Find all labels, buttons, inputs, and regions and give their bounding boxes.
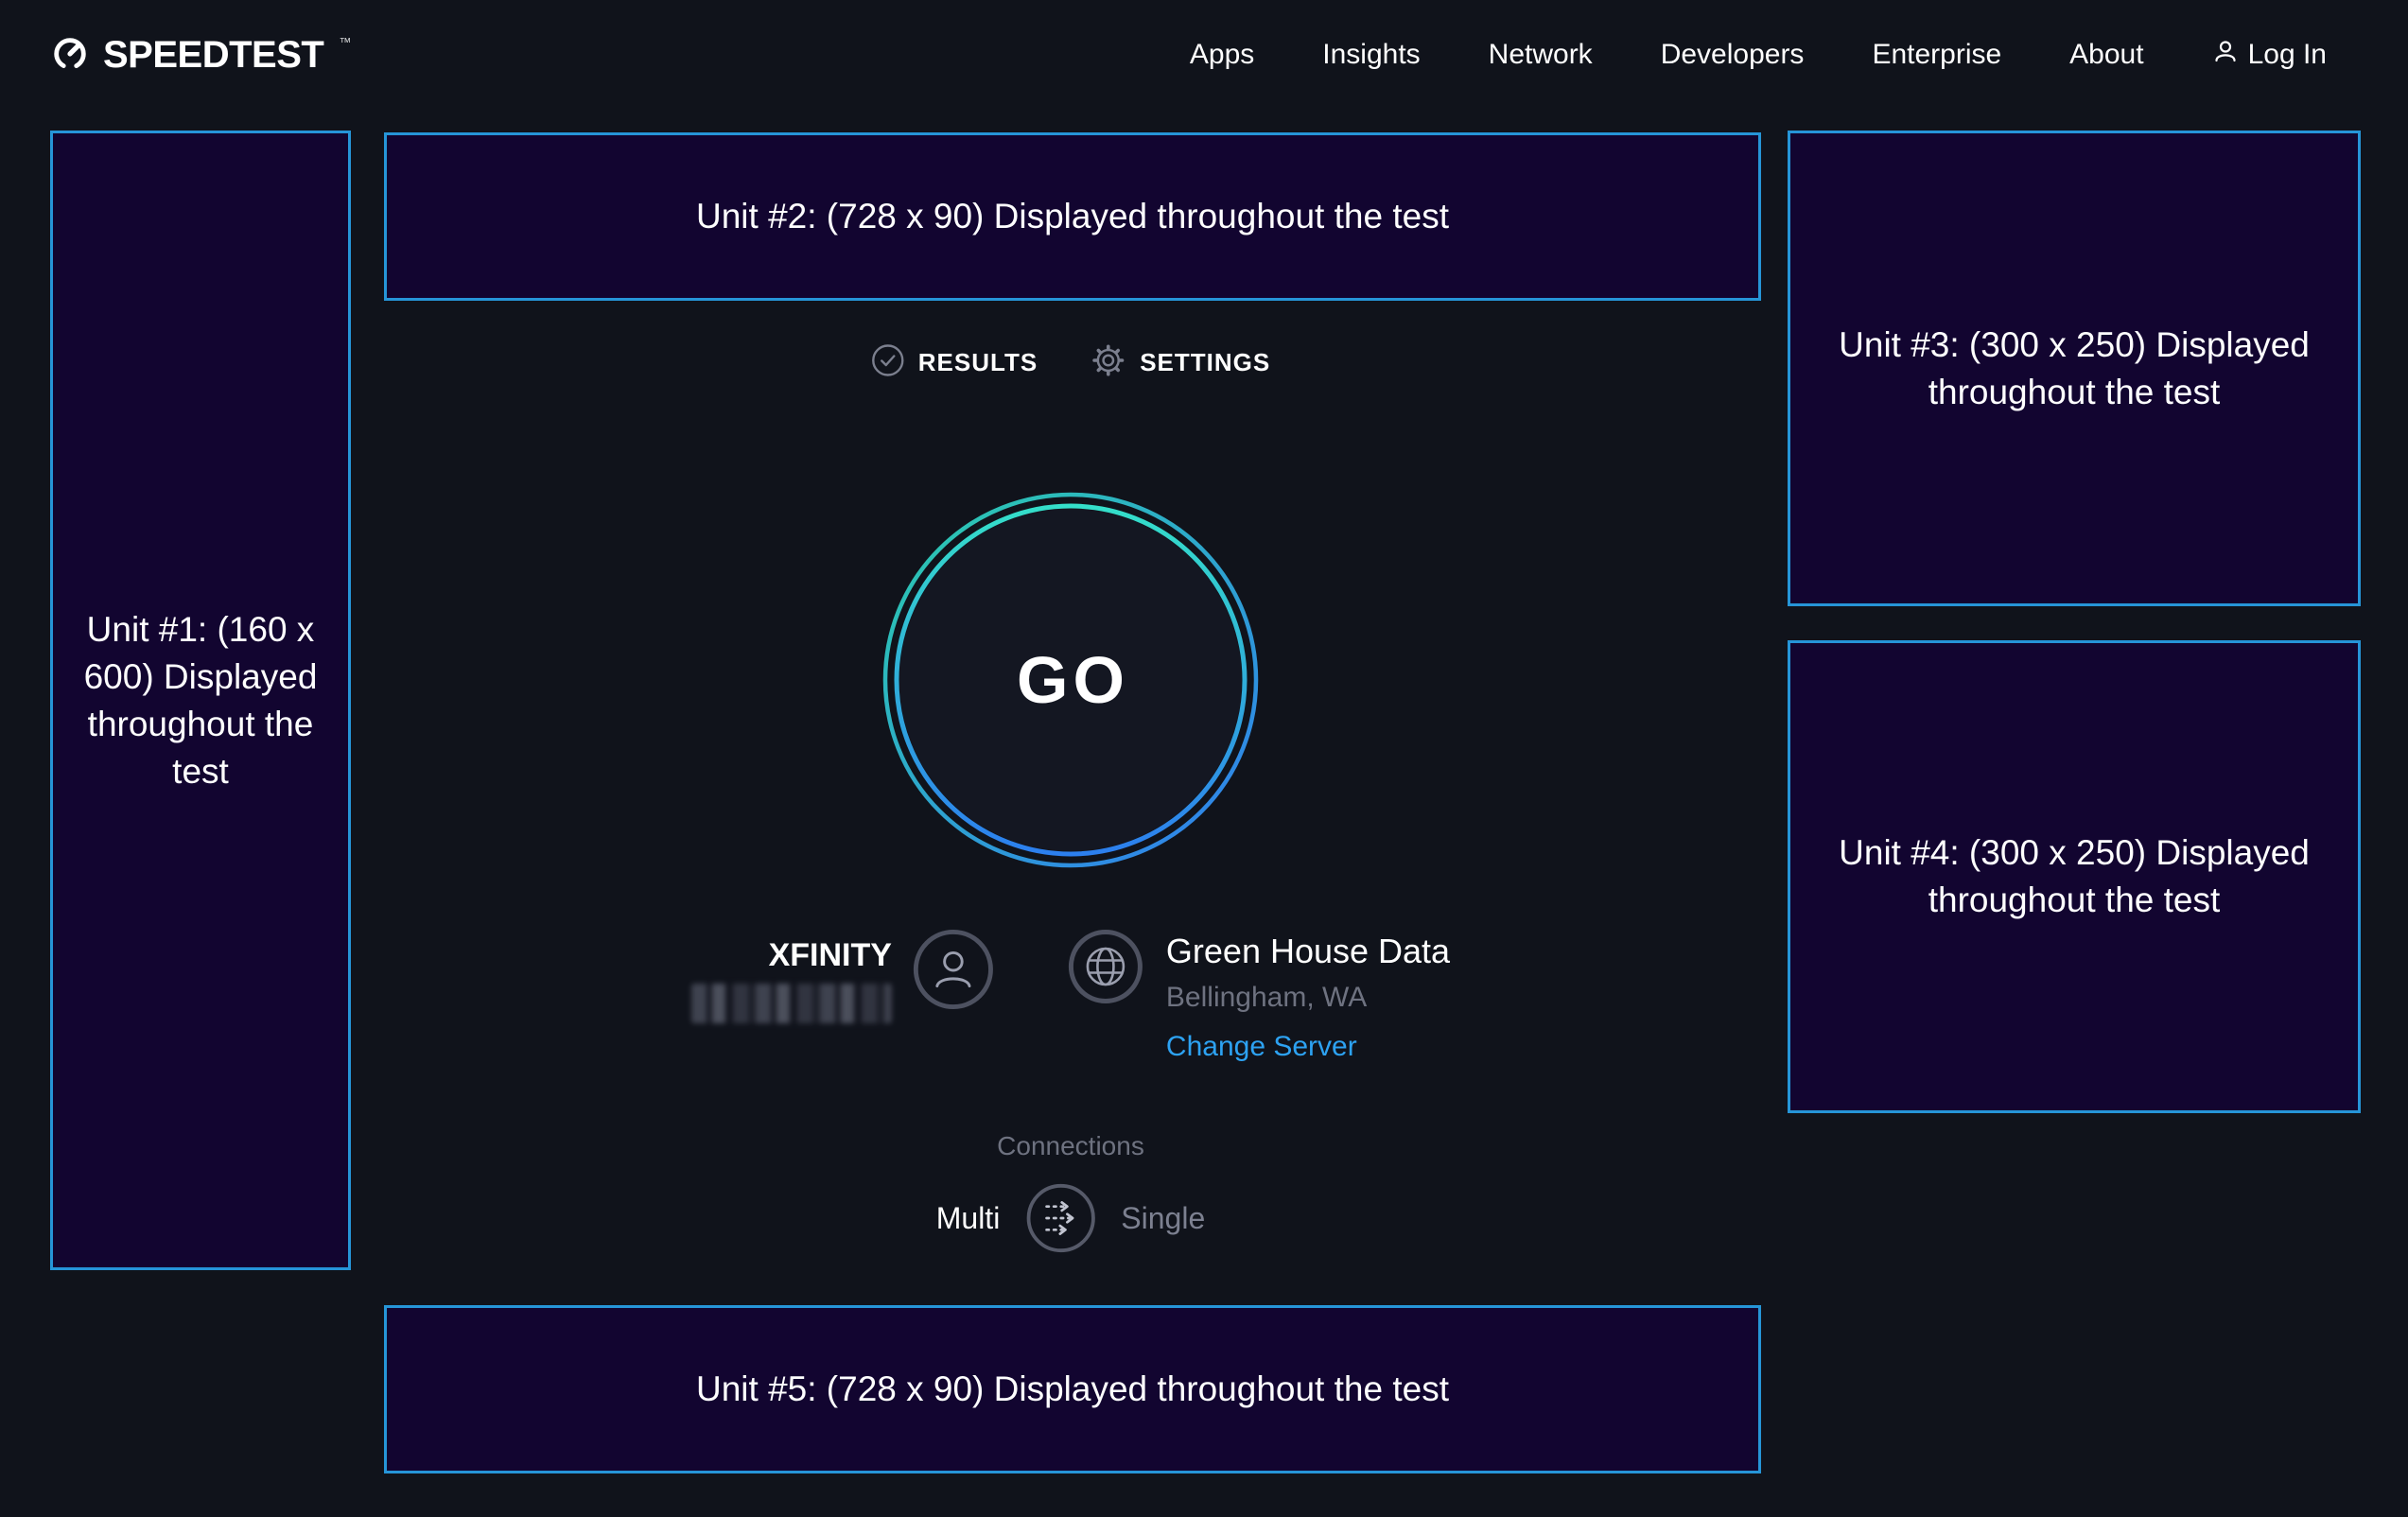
ad-unit-2-text: Unit #2: (728 x 90) Displayed throughout… [696,193,1449,240]
ad-unit-1[interactable]: Unit #1: (160 x 600) Displayed throughou… [50,131,351,1270]
login-label: Log In [2248,39,2327,71]
connections-multi-option[interactable]: Multi [936,1201,1001,1236]
go-button[interactable]: GO [881,491,1260,869]
ad-unit-5[interactable]: Unit #5: (728 x 90) Displayed throughout… [384,1305,1761,1473]
nav-item-enterprise[interactable]: Enterprise [1872,39,2001,71]
tab-settings-label: SETTINGS [1140,348,1270,377]
speedtest-logo[interactable]: SPEEDTEST ™ [50,33,349,78]
nav-item-developers[interactable]: Developers [1661,39,1805,71]
gear-icon [1091,342,1126,383]
isp-info: XFINITY [691,929,994,1023]
go-button-label: GO [881,491,1260,869]
tabs-bar: RESULTS [871,342,1270,383]
ad-unit-1-text: Unit #1: (160 x 600) Displayed throughou… [78,606,323,795]
connections-single-option[interactable]: Single [1121,1201,1205,1236]
server-location: Bellingham, WA [1166,982,1450,1014]
check-circle-icon [871,343,905,382]
user-circle-icon [913,929,994,1015]
isp-name: XFINITY [691,936,892,974]
logo-trademark: ™ [339,35,351,49]
login-button[interactable]: Log In [2212,38,2327,72]
ad-unit-3[interactable]: Unit #3: (300 x 250) Displayed throughou… [1788,131,2361,606]
nav-item-insights[interactable]: Insights [1322,39,1420,71]
tab-results-label: RESULTS [918,348,1038,377]
nav-item-apps[interactable]: Apps [1190,39,1254,71]
connection-info-row: XFINITY [691,929,1450,1063]
tab-settings[interactable]: SETTINGS [1091,342,1270,383]
nav-item-about[interactable]: About [2069,39,2143,71]
connections-toggle-icon[interactable] [1024,1182,1096,1254]
nav-menu: Apps Insights Network Developers Enterpr… [1190,38,2327,72]
server-info: Green House Data Bellingham, WA Change S… [1068,929,1450,1063]
navbar: SPEEDTEST ™ Apps Insights Network Develo… [0,0,2408,110]
change-server-link[interactable]: Change Server [1166,1031,1357,1063]
user-icon [2212,38,2239,72]
ad-unit-5-text: Unit #5: (728 x 90) Displayed throughout… [696,1366,1449,1413]
connections-section: Connections Multi Single [936,1131,1206,1254]
ad-unit-4-text: Unit #4: (300 x 250) Displayed throughou… [1826,829,2322,924]
ad-unit-4[interactable]: Unit #4: (300 x 250) Displayed throughou… [1788,640,2361,1113]
isp-ip-redacted [691,984,892,1023]
speedtest-page: SPEEDTEST ™ Apps Insights Network Develo… [0,0,2408,1517]
ad-unit-2[interactable]: Unit #2: (728 x 90) Displayed throughout… [384,132,1761,301]
nav-item-network[interactable]: Network [1489,39,1593,71]
ad-unit-3-text: Unit #3: (300 x 250) Displayed throughou… [1826,322,2322,416]
tab-results[interactable]: RESULTS [871,343,1038,382]
logo-wordmark: SPEEDTEST [103,34,323,77]
connections-title: Connections [936,1131,1206,1161]
globe-circle-icon [1068,929,1143,1009]
speedometer-gauge-icon [50,33,90,78]
server-name: Green House Data [1166,931,1450,972]
